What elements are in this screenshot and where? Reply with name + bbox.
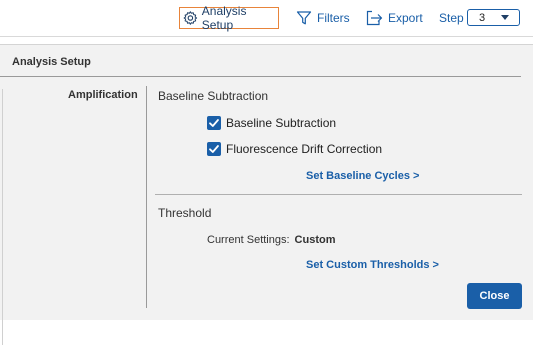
panel-left-edge xyxy=(2,89,3,345)
drift-correction-checkbox-row[interactable]: Fluorescence Drift Correction xyxy=(207,142,382,156)
panel-title-divider xyxy=(0,76,521,77)
baseline-subtraction-label: Baseline Subtraction xyxy=(226,116,337,130)
filter-icon xyxy=(296,11,312,25)
threshold-group-title: Threshold xyxy=(158,206,212,220)
current-settings-row: Current Settings: Custom xyxy=(207,234,336,246)
current-settings-value: Custom xyxy=(294,234,336,246)
filters-label: Filters xyxy=(317,11,350,25)
baseline-subtraction-checkbox-row[interactable]: Baseline Subtraction xyxy=(207,116,336,130)
panel-title: Analysis Setup xyxy=(12,56,91,68)
baseline-subtraction-checkbox[interactable] xyxy=(207,116,221,130)
filters-button[interactable]: Filters xyxy=(296,7,350,29)
gear-icon xyxy=(183,11,198,25)
toolbar: Analysis Setup Filters Export Step 3 xyxy=(0,0,533,37)
baseline-group-title: Baseline Subtraction xyxy=(158,89,269,103)
drift-correction-checkbox[interactable] xyxy=(207,142,221,156)
analysis-setup-label: Analysis Setup xyxy=(201,4,247,32)
step-value: 3 xyxy=(479,11,486,24)
analysis-setup-button[interactable]: Analysis Setup xyxy=(179,4,279,32)
step-select[interactable]: 3 xyxy=(467,9,520,26)
section-divider xyxy=(146,86,147,308)
drift-correction-label: Fluorescence Drift Correction xyxy=(226,142,383,156)
export-icon xyxy=(366,10,383,26)
export-button[interactable]: Export xyxy=(366,7,423,29)
current-settings-label: Current Settings: xyxy=(207,234,290,246)
checkmark-icon xyxy=(209,119,219,127)
analysis-setup-panel: Analysis Setup Amplification Baseline Su… xyxy=(0,44,533,345)
chevron-down-icon xyxy=(501,15,509,20)
step-label: Step xyxy=(439,11,464,25)
set-baseline-cycles-link[interactable]: Set Baseline Cycles > xyxy=(306,170,419,182)
set-custom-thresholds-link[interactable]: Set Custom Thresholds > xyxy=(306,259,439,271)
section-label-amplification: Amplification xyxy=(68,89,138,101)
close-button[interactable]: Close xyxy=(467,283,522,309)
group-divider xyxy=(155,194,522,195)
checkmark-icon xyxy=(209,145,219,153)
export-label: Export xyxy=(388,11,423,25)
